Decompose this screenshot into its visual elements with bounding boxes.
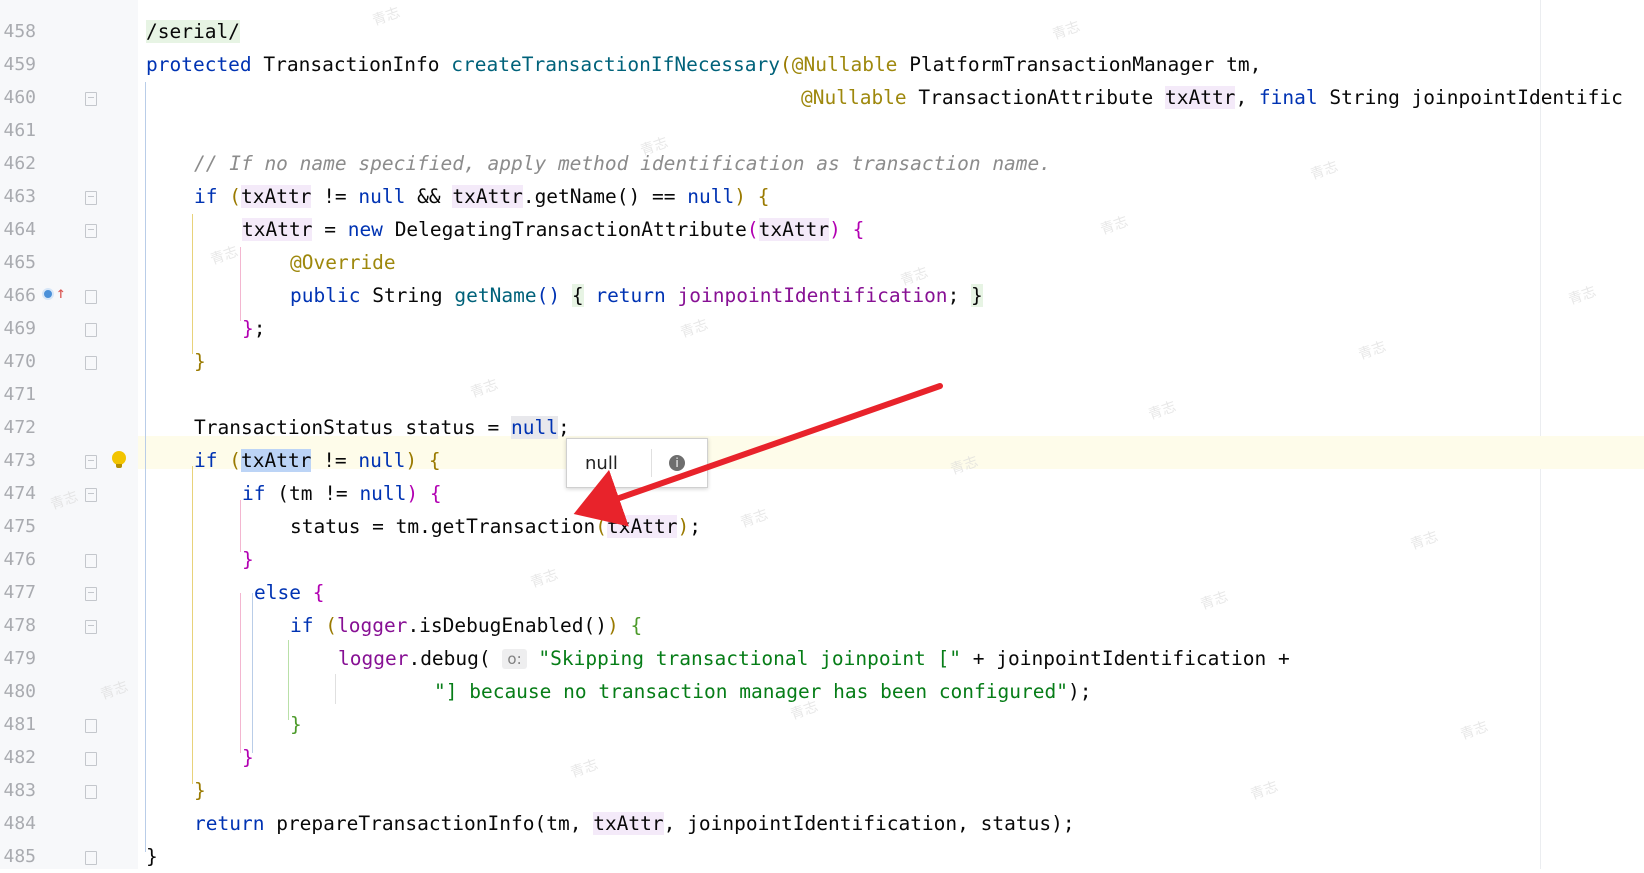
arrow-line [573, 383, 943, 527]
annotation-arrow [573, 383, 943, 527]
